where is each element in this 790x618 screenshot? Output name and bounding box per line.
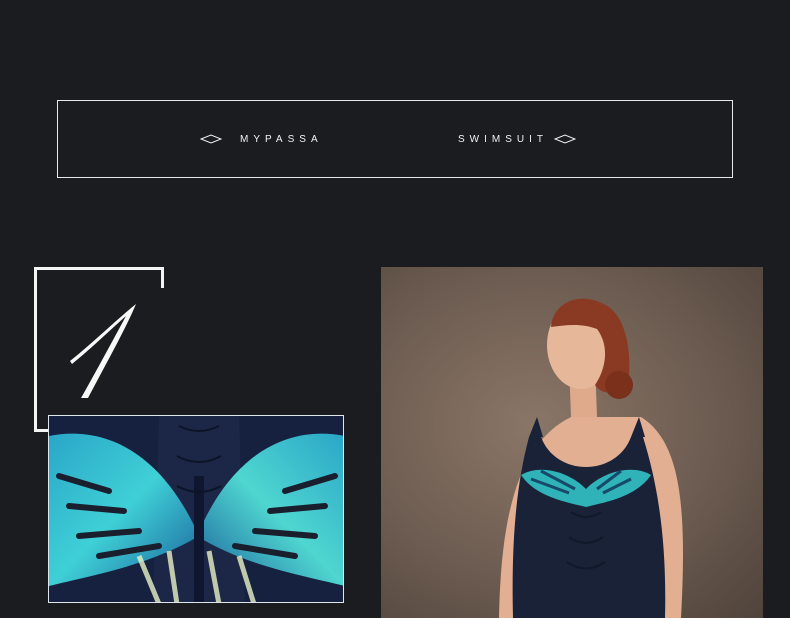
title-banner: MYPASSA SWIMSUIT [57,100,733,178]
feature-number: 1 [58,298,148,406]
diamond-left-icon [200,134,222,144]
feature-number-glyph: 1 [58,298,136,398]
category-label-group: SWIMSUIT [458,132,576,146]
diamond-right-icon [554,134,576,144]
fabric-print-artwork [49,416,343,602]
brand-name: MYPASSA [240,133,323,145]
feature-number-text: 1 [58,298,59,299]
model-photo [381,267,763,618]
fabric-detail-image [48,415,344,603]
frame-corner-right [161,267,164,288]
model-figure [499,298,683,618]
category-name: SWIMSUIT [458,133,548,145]
brand-label-group: MYPASSA [200,132,323,146]
